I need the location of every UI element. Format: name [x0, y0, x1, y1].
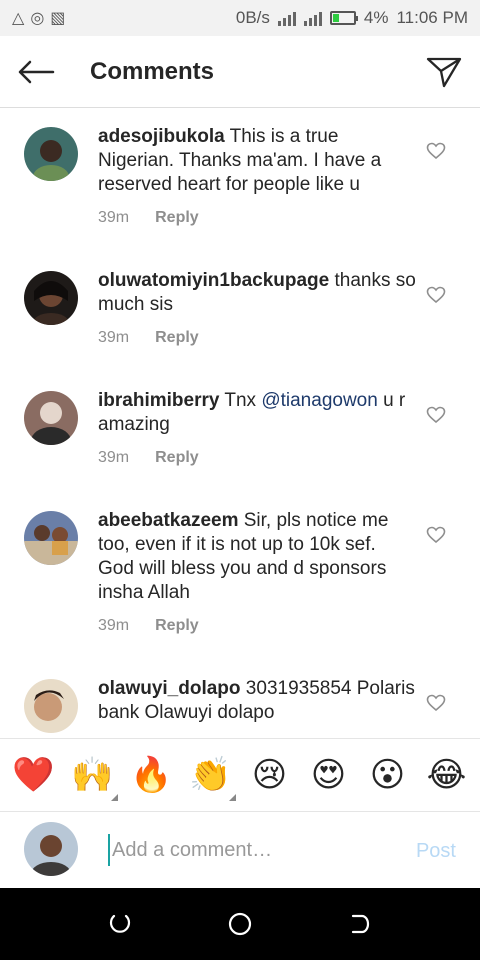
avatar[interactable]	[24, 679, 78, 733]
crying-emoji-button[interactable]: 😢	[245, 755, 295, 795]
home-button[interactable]	[220, 904, 260, 944]
like-heart-icon[interactable]	[426, 405, 446, 425]
comment-username[interactable]: abeebatkazeem	[98, 510, 238, 531]
back-nav-button[interactable]	[340, 904, 380, 944]
tears-of-joy-emoji-button[interactable]: 😂	[422, 755, 472, 795]
battery-percent: 4%	[363, 8, 389, 27]
back-nav-icon	[351, 914, 370, 934]
recent-apps-icon	[109, 914, 131, 933]
comment-text: oluwatomiyin1backupage thanks so much si…	[98, 269, 416, 317]
comment-username[interactable]: adesojibukola	[98, 126, 225, 147]
page-title: Comments	[90, 57, 215, 85]
raising-hands-emoji-button[interactable]: 🙌	[68, 755, 118, 801]
fire-emoji-button[interactable]: 🔥	[127, 755, 177, 795]
like-heart-icon[interactable]	[426, 693, 446, 713]
reply-button[interactable]: Reply	[155, 617, 199, 634]
like-heart-icon[interactable]	[426, 141, 446, 161]
like-heart-icon[interactable]	[426, 525, 446, 545]
comment-input[interactable]	[108, 834, 398, 866]
alert-triangle-icon: △	[12, 10, 25, 27]
status-bar: △ ◎ ▧ 0B/s 4% 11:06 PM	[0, 0, 480, 36]
comment-username[interactable]: olawuyi_dolapo	[98, 678, 241, 699]
mention-link[interactable]: @tianagowon	[261, 390, 377, 411]
paper-plane-icon	[426, 57, 462, 88]
avatar[interactable]	[24, 127, 78, 181]
comment-item: ibrahimiberry Tnx @tianagowon u r amazin…	[0, 389, 480, 485]
direct-share-button[interactable]	[422, 50, 466, 94]
avatar[interactable]	[24, 271, 78, 325]
whatsapp-icon: ◎	[30, 10, 45, 27]
clapping-emoji-button[interactable]: 👏	[186, 755, 236, 801]
avatar[interactable]	[24, 391, 78, 445]
recent-apps-button[interactable]	[100, 904, 140, 944]
comment-time: 39m	[98, 329, 130, 346]
home-circle-icon	[228, 912, 252, 936]
comment-body: Tnx	[219, 390, 262, 411]
comment-meta: 39m Reply	[98, 617, 199, 635]
comments-list[interactable]: adesojibukola This is a true Nigerian. T…	[0, 109, 480, 737]
skin-tone-indicator	[228, 794, 236, 801]
comment-time: 39m	[98, 209, 130, 226]
raising-hands-emoji: 🙌	[71, 756, 114, 794]
clapping-emoji: 👏	[189, 756, 232, 794]
net-speed: 0B/s	[235, 8, 270, 27]
comment-item: olawuyi_dolapo 3031935854 Polaris bank O…	[0, 677, 480, 737]
back-button[interactable]	[0, 36, 72, 108]
comment-meta: 39m Reply	[98, 209, 199, 227]
skin-tone-indicator	[110, 794, 118, 801]
reply-button[interactable]: Reply	[155, 209, 199, 226]
reply-button[interactable]: Reply	[155, 329, 199, 346]
notification-icons: △ ◎ ▧	[12, 8, 65, 28]
image-notification-icon: ▧	[50, 10, 66, 27]
comment-username[interactable]: oluwatomiyin1backupage	[98, 270, 329, 291]
heart-eyes-emoji-button[interactable]: 😍	[304, 755, 354, 795]
comment-text: ibrahimiberry Tnx @tianagowon u r amazin…	[98, 389, 416, 437]
comment-item: adesojibukola This is a true Nigerian. T…	[0, 125, 480, 255]
like-heart-icon[interactable]	[426, 285, 446, 305]
comment-text: olawuyi_dolapo 3031935854 Polaris bank O…	[98, 677, 416, 725]
comment-time: 39m	[98, 449, 130, 466]
emoji-quick-bar: ❤️ 🙌 🔥 👏 😢 😍 😮 😂	[0, 738, 480, 812]
signal-icon	[277, 10, 296, 26]
comment-composer: Post	[0, 812, 480, 888]
post-button[interactable]: Post	[416, 840, 456, 863]
clock: 11:06 PM	[396, 8, 468, 27]
reply-button[interactable]: Reply	[155, 449, 199, 466]
signal-icon-2	[303, 10, 322, 26]
comment-item: oluwatomiyin1backupage thanks so much si…	[0, 269, 480, 365]
comment-text: abeebatkazeem Sir, pls notice me too, ev…	[98, 509, 416, 605]
avatar[interactable]	[24, 511, 78, 565]
my-avatar	[24, 822, 78, 876]
comment-time: 39m	[98, 617, 130, 634]
surprised-emoji-button[interactable]: 😮	[363, 755, 413, 795]
comment-meta: 39m Reply	[98, 329, 199, 347]
system-nav-bar	[0, 888, 480, 960]
comment-text: adesojibukola This is a true Nigerian. T…	[98, 125, 416, 197]
header: Comments	[0, 36, 480, 108]
comment-username[interactable]: ibrahimiberry	[98, 390, 219, 411]
comment-meta: 39m Reply	[98, 449, 199, 467]
battery-icon	[329, 11, 358, 25]
back-arrow-icon	[18, 60, 55, 83]
heart-emoji-button[interactable]: ❤️	[9, 755, 59, 795]
comment-item: abeebatkazeem Sir, pls notice me too, ev…	[0, 509, 480, 649]
